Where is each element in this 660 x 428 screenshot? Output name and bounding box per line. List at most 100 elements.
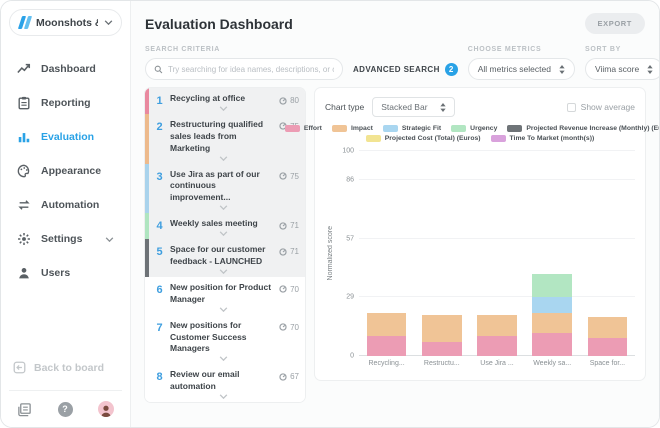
main-panel: Evaluation Dashboard EXPORT SEARCH CRITE… [131,1,659,427]
sort-select[interactable]: Viima score [584,58,659,80]
y-tick-label: 0 [350,352,354,360]
advanced-search-link[interactable]: ADVANCED SEARCH 2 [353,62,458,76]
user-icon [17,266,31,280]
search-icon [154,65,163,74]
legend-item: Projected Cost (Total) (Euros) [365,135,481,142]
idea-list: 1 Recycling at office 80 2 Restructuring… [145,88,305,403]
x-tick-label: Recycling... [368,360,405,367]
chart-card: Chart type Stacked Bar Show average Effo… [284,88,659,380]
avatar[interactable] [98,401,114,417]
chevron-down-icon[interactable] [219,204,228,213]
idea-title: Use Jira as part of our continuous impro… [170,168,260,203]
idea-score: 70 [279,282,299,294]
chart-type-select[interactable]: Stacked Bar [372,97,455,117]
bar-segment [421,314,462,342]
filters-bar: SEARCH CRITERIA ADVANCED SEARCH 2 CHOO [131,44,659,80]
x-axis-labels: Recycling... Restructu... Use Jira ... Week… [359,356,635,370]
export-button[interactable]: EXPORT [584,13,645,34]
idea-item[interactable]: 3 Use Jira as part of our continuous imp… [145,163,305,214]
idea-rank: 5 [156,246,163,259]
sidebar-item-users[interactable]: Users [9,256,122,290]
workspace-switcher[interactable]: Moonshots &... [9,9,122,36]
idea-title: New positions for Customer Success Manag… [170,319,247,354]
chevron-down-icon[interactable] [219,105,228,114]
show-average-toggle[interactable]: Show average [566,102,635,112]
chevron-down-icon[interactable] [219,155,228,164]
idea-rank: 8 [156,371,163,384]
x-tick-label: Weekly sa... [533,360,572,367]
legend-swatch [382,125,398,132]
idea-rank: 6 [156,283,163,296]
workspace-name: Moonshots &... [36,16,98,29]
viima-logo-icon [17,16,33,29]
show-average-checkbox[interactable] [566,102,576,112]
idea-score: 71 [279,218,299,230]
palette-icon [17,164,31,178]
idea-item[interactable]: 7 New positions for Customer Success Man… [145,314,305,365]
idea-item[interactable]: 5 Space for our customer feedback - LAUN… [145,239,305,277]
stacked-bar [587,317,628,356]
bar-segment [477,315,517,336]
bar-segment [421,341,462,356]
sidebar-item-evaluation[interactable]: Evaluation [9,120,122,154]
idea-rank: 2 [156,120,163,133]
chart-area: Normalized score 0 29 57 86 100 Recycling...… [325,148,635,370]
metrics-select[interactable]: All metrics selected [467,58,575,80]
legend-item: Projected Revenue Increase (Monthly) (Eu… [507,125,659,132]
sidebar-item-appearance[interactable]: Appearance [9,154,122,188]
loop-icon [17,198,31,212]
sidebar-item-reporting[interactable]: Reporting [9,86,122,120]
y-tick-label: 29 [346,293,354,301]
idea-item[interactable]: 4 Weekly sales meeting 71 [145,213,305,240]
gauge-icon [279,373,287,381]
idea-rank: 4 [156,220,163,233]
sort-select-value: Viima score [594,64,640,74]
stepper-icon [559,64,565,74]
idea-title: New position for Product Manager [170,281,272,304]
idea-score: 67 [279,369,299,381]
help-icon[interactable]: ? [57,401,73,417]
sidebar-item-dashboard[interactable]: Dashboard [9,52,122,86]
back-to-board-label: Back to board [34,361,105,374]
legend-swatch [507,125,523,132]
x-tick-label: Use Jira ... [480,360,514,367]
legend-swatch [331,125,347,132]
idea-title: Restructuring qualified sales leads from… [170,118,264,153]
idea-item[interactable]: 8 Review our email automation 67 [145,364,305,403]
choose-metrics-label: CHOOSE METRICS [467,46,542,53]
gear-icon [17,232,31,246]
search-input[interactable] [168,64,334,74]
idea-title: Recycling at office [170,93,246,103]
idea-item[interactable]: 2 Restructuring qualified sales leads fr… [145,113,305,164]
sidebar-footer: ? [9,390,122,419]
idea-score: 75 [279,169,299,181]
chevron-down-icon[interactable] [219,393,228,402]
show-average-label: Show average [580,102,635,112]
sort-by-label: SORT BY [584,46,621,53]
idea-item[interactable]: 1 Recycling at office 80 [145,88,305,114]
search-criteria-group: SEARCH CRITERIA ADVANCED SEARCH 2 [145,46,458,80]
bar-slot [580,151,635,356]
news-icon[interactable] [17,402,32,417]
main-header: Evaluation Dashboard EXPORT [131,1,659,44]
y-tick-label: 86 [346,176,354,184]
gauge-icon [279,323,287,331]
idea-item[interactable]: 6 New position for Product Manager 70 [145,276,305,315]
sidebar-item-automation[interactable]: Automation [9,188,122,222]
stacked-bar [532,273,573,356]
chart-legend: Effort Impact Strategic Fit Urgency Proj… [284,125,659,142]
idea-title: Review our email automation [170,369,240,392]
search-criteria-label: SEARCH CRITERIA [145,46,221,53]
bar-segment [366,335,407,356]
chevron-down-icon[interactable] [219,268,228,277]
chevron-down-icon[interactable] [219,230,228,239]
bar-segment [532,296,573,313]
x-tick-label: Space for... [589,360,626,367]
legend-swatch [451,125,467,132]
stacked-bar [366,312,407,356]
back-to-board-button[interactable]: Back to board [9,353,122,382]
chevron-down-icon[interactable] [219,355,228,364]
chevron-down-icon[interactable] [219,306,228,315]
sidebar-item-settings[interactable]: Settings [9,222,122,256]
chart-type-label: Chart type [325,102,365,112]
